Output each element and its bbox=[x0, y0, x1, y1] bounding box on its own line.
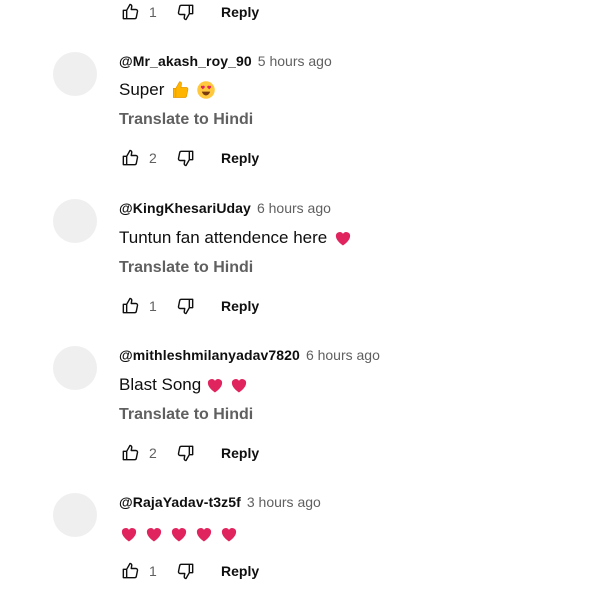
comment-header: @KingKhesariUday 6 hours ago bbox=[119, 200, 331, 216]
red-heart-emoji-icon bbox=[144, 524, 164, 544]
comment-header: @Mr_akash_roy_90 5 hours ago bbox=[119, 53, 332, 69]
red-heart-emoji-icon bbox=[119, 524, 139, 544]
avatar[interactable] bbox=[53, 52, 97, 96]
reply-button[interactable]: Reply bbox=[221, 445, 259, 461]
comment-text: Tuntun fan attendence here bbox=[119, 228, 353, 248]
red-heart-emoji-icon bbox=[205, 375, 225, 395]
top-comment-actions: 1 Reply bbox=[119, 0, 259, 24]
dislike-icon[interactable] bbox=[175, 442, 197, 464]
comment-time[interactable]: 6 hours ago bbox=[306, 347, 380, 363]
comment-text-content: Blast Song bbox=[119, 375, 202, 394]
avatar[interactable] bbox=[53, 346, 97, 390]
translate-button[interactable]: Translate to Hindi bbox=[119, 406, 253, 424]
dislike-icon[interactable] bbox=[175, 1, 197, 23]
like-icon[interactable] bbox=[119, 1, 141, 23]
comment-actions: 2 Reply bbox=[119, 441, 259, 465]
comment-actions: 1 Reply bbox=[119, 294, 259, 318]
reply-button[interactable]: Reply bbox=[221, 150, 259, 166]
comment-author[interactable]: @KingKhesariUday bbox=[119, 200, 251, 216]
comment-time[interactable]: 3 hours ago bbox=[247, 494, 321, 510]
dislike-icon[interactable] bbox=[175, 560, 197, 582]
comment-text: Super bbox=[119, 80, 216, 100]
comment-text: Blast Song bbox=[119, 375, 249, 395]
like-count: 1 bbox=[149, 298, 157, 314]
comment-header: @mithleshmilanyadav7820 6 hours ago bbox=[119, 347, 380, 363]
thumbs-up-emoji-icon bbox=[170, 80, 190, 100]
reply-button[interactable]: Reply bbox=[221, 4, 259, 20]
red-heart-emoji-icon bbox=[219, 524, 239, 544]
red-heart-emoji-icon bbox=[194, 524, 214, 544]
like-icon[interactable] bbox=[119, 442, 141, 464]
red-heart-emoji-icon bbox=[229, 375, 249, 395]
translate-button[interactable]: Translate to Hindi bbox=[119, 259, 253, 277]
comment-text-content: Tuntun fan attendence here bbox=[119, 228, 328, 247]
comment-text bbox=[113, 524, 239, 544]
comment-text-content: Super bbox=[119, 80, 165, 99]
like-count: 1 bbox=[149, 563, 157, 579]
comment-actions: 2 Reply bbox=[119, 146, 259, 170]
like-icon[interactable] bbox=[119, 560, 141, 582]
comment-actions: 1 Reply bbox=[119, 559, 259, 583]
comment-time[interactable]: 5 hours ago bbox=[258, 53, 332, 69]
red-heart-emoji-icon bbox=[169, 524, 189, 544]
reply-button[interactable]: Reply bbox=[221, 563, 259, 579]
like-icon[interactable] bbox=[119, 295, 141, 317]
translate-button[interactable]: Translate to Hindi bbox=[119, 111, 253, 129]
heart-eyes-emoji-icon bbox=[196, 80, 216, 100]
comment-author[interactable]: @Mr_akash_roy_90 bbox=[119, 53, 252, 69]
comment-author[interactable]: @RajaYadav-t3z5f bbox=[119, 494, 241, 510]
comment-time[interactable]: 6 hours ago bbox=[257, 200, 331, 216]
like-icon[interactable] bbox=[119, 147, 141, 169]
reply-button[interactable]: Reply bbox=[221, 298, 259, 314]
like-count: 2 bbox=[149, 445, 157, 461]
red-heart-emoji-icon bbox=[333, 228, 353, 248]
comment-author[interactable]: @mithleshmilanyadav7820 bbox=[119, 347, 300, 363]
like-count: 2 bbox=[149, 150, 157, 166]
avatar[interactable] bbox=[53, 493, 97, 537]
dislike-icon[interactable] bbox=[175, 147, 197, 169]
dislike-icon[interactable] bbox=[175, 295, 197, 317]
avatar[interactable] bbox=[53, 199, 97, 243]
comment-header: @RajaYadav-t3z5f 3 hours ago bbox=[119, 494, 321, 510]
like-count: 1 bbox=[149, 4, 157, 20]
